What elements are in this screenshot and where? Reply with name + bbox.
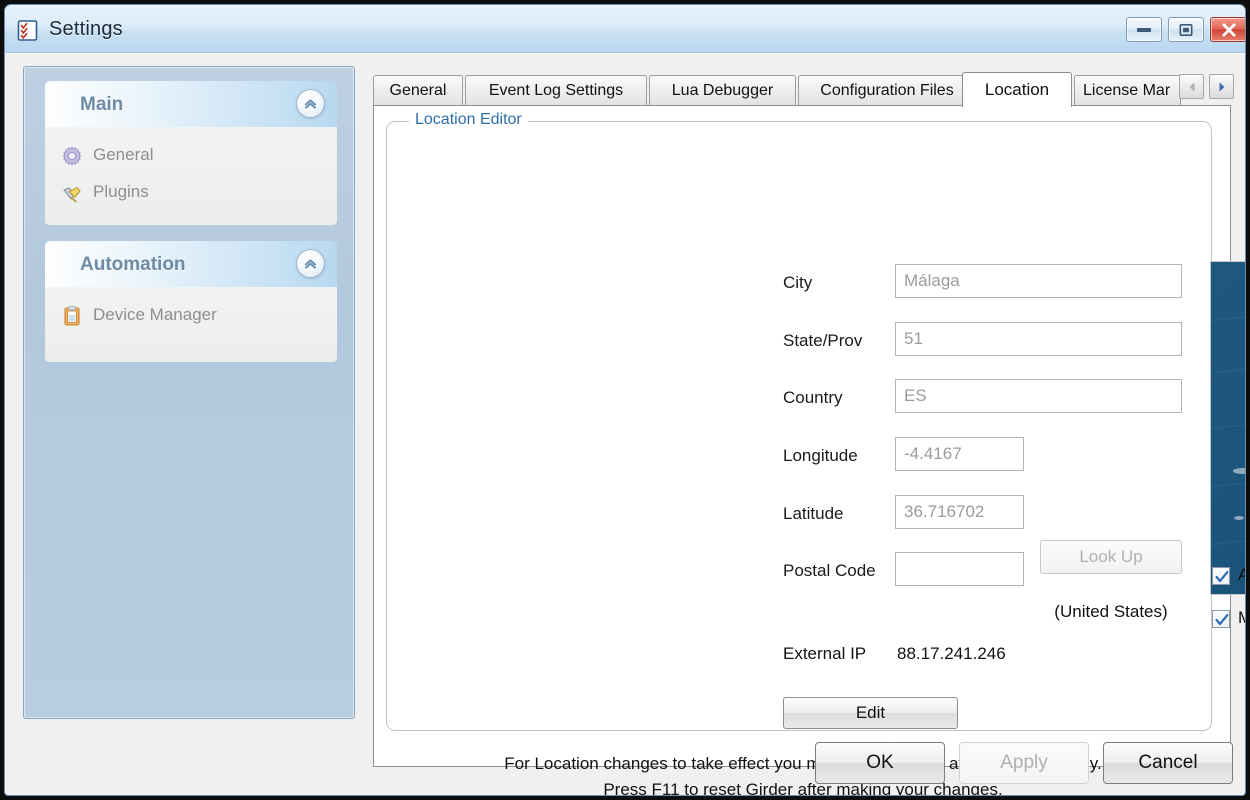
ok-button[interactable]: OK xyxy=(815,742,945,784)
city-input[interactable] xyxy=(895,264,1182,298)
postal-code-input[interactable] xyxy=(895,552,1024,586)
maximize-button[interactable] xyxy=(1168,17,1204,42)
sidebar-group-title: Automation xyxy=(80,254,186,275)
sidebar-group-body-main: General Plugins xyxy=(45,127,337,225)
label-longitude: Longitude xyxy=(783,446,858,465)
label-latitude: Latitude xyxy=(783,504,844,523)
label-country: Country xyxy=(783,388,843,407)
sidebar-item-label: Plugins xyxy=(93,182,149,201)
look-up-button[interactable]: Look Up xyxy=(1040,540,1182,574)
tab-lua-debugger[interactable]: Lua Debugger xyxy=(649,75,796,105)
plug-icon xyxy=(61,182,83,204)
external-ip-value: 88.17.241.246 xyxy=(897,644,1006,663)
sidebar-group-body-automation: Device Manager xyxy=(45,287,337,362)
groupbox-legend: Location Editor xyxy=(409,111,528,129)
sidebar-item-label: Device Manager xyxy=(93,305,217,324)
checkbox-checked-icon[interactable] xyxy=(1212,610,1230,628)
checkbox-checked-icon[interactable] xyxy=(1212,567,1230,585)
sidebar-group-header-main[interactable]: Main xyxy=(45,81,337,127)
country-note: (United States) xyxy=(1054,602,1168,621)
latitude-input[interactable] xyxy=(895,495,1024,529)
sidebar-group-header-automation[interactable]: Automation xyxy=(45,241,337,287)
tab-event-log-settings[interactable]: Event Log Settings xyxy=(465,75,647,105)
sidebar-item-label: General xyxy=(93,145,154,164)
location-editor-groupbox: Location Editor xyxy=(386,111,1212,731)
sidebar-item-general[interactable]: General xyxy=(45,137,337,174)
sidebar-item-device-manager[interactable]: Device Manager xyxy=(45,297,337,334)
tab-pane-location: Location Editor City State/Prov Country … xyxy=(373,105,1245,795)
arrow-right-icon[interactable] xyxy=(1209,74,1234,99)
edit-button[interactable]: Edit xyxy=(783,697,958,729)
client-area: Main General Plugins Automation Device M… xyxy=(5,53,1245,795)
checkbox-label: Monitor external IP address changes xyxy=(1238,608,1245,628)
sidebar-group-title: Main xyxy=(80,94,124,115)
sidebar: Main General Plugins Automation Device M… xyxy=(23,66,355,719)
arrow-left-icon[interactable] xyxy=(1179,74,1204,99)
clipboard-icon xyxy=(61,305,83,327)
tab-location[interactable]: Location xyxy=(962,72,1072,107)
cancel-button[interactable]: Cancel xyxy=(1103,742,1233,784)
external-ip-label: External IP xyxy=(783,644,867,663)
tab-configuration-files[interactable]: Configuration Files xyxy=(798,75,976,105)
tab-strip: General Event Log Settings Lua Debugger … xyxy=(373,72,1234,107)
tab-general[interactable]: General xyxy=(373,75,463,105)
sidebar-group-main: Main General Plugins xyxy=(45,81,337,225)
gear-icon xyxy=(61,145,83,167)
label-city: City xyxy=(783,273,813,292)
longitude-input[interactable] xyxy=(895,437,1024,471)
location-map-image xyxy=(1210,261,1245,595)
window-title: Settings xyxy=(49,18,123,40)
chevron-up-icon[interactable] xyxy=(296,89,325,118)
tab-license-manager[interactable]: License Mar xyxy=(1074,75,1181,105)
chevron-up-icon[interactable] xyxy=(296,249,325,278)
label-state-prov: State/Prov xyxy=(783,331,863,350)
minimize-button[interactable] xyxy=(1126,17,1162,42)
title-bar: Settings xyxy=(5,5,1245,53)
label-postal-code: Postal Code xyxy=(783,561,876,580)
sidebar-group-automation: Automation Device Manager xyxy=(45,241,337,362)
checklist-icon xyxy=(17,20,38,41)
state-prov-input[interactable] xyxy=(895,322,1182,356)
settings-window: Settings Main General Plugins Automation… xyxy=(4,4,1246,796)
country-input[interactable] xyxy=(895,379,1182,413)
checkbox-label: Auto update location xyxy=(1238,565,1245,585)
close-button[interactable] xyxy=(1210,17,1245,42)
sidebar-item-plugins[interactable]: Plugins xyxy=(45,174,337,211)
apply-button[interactable]: Apply xyxy=(959,742,1089,784)
